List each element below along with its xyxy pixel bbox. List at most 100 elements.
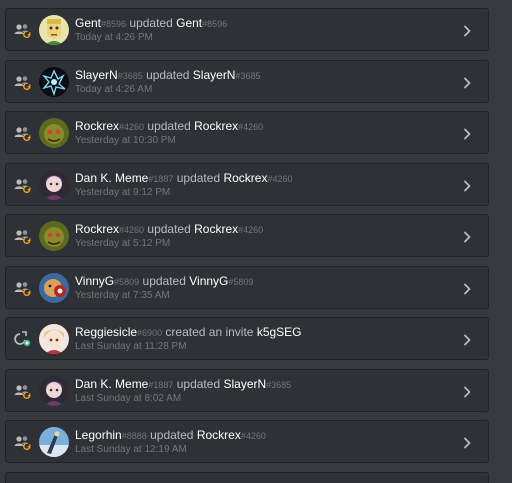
chevron-right-icon[interactable] xyxy=(462,24,472,37)
action-verb: updated xyxy=(176,376,221,391)
actor-name[interactable]: Dan K. Meme xyxy=(75,377,148,391)
reggiesicle-avatar xyxy=(39,324,69,354)
actor-name[interactable]: Dan K. Meme xyxy=(75,171,148,185)
target-name[interactable]: SlayerN xyxy=(193,68,236,82)
dankmeme-avatar xyxy=(39,375,69,406)
member-update-icon xyxy=(14,228,32,244)
audit-log-entry[interactable]: Rockrex#4260 updated Rockrex#4260 Yester… xyxy=(5,111,489,154)
invite-code[interactable]: k5gSEG xyxy=(257,325,302,339)
legorhin-avatar xyxy=(39,427,69,457)
target-name[interactable]: Rockrex xyxy=(194,222,238,236)
entry-summary: Gent#8596 updated Gent#8596 xyxy=(75,16,227,31)
actor-discriminator: #5809 xyxy=(114,276,140,287)
chevron-right-icon[interactable] xyxy=(462,282,472,294)
invite-create-icon xyxy=(14,331,32,347)
vinnyg-avatar xyxy=(39,272,69,303)
entry-timestamp: Yesterday at 7:35 AM xyxy=(75,289,170,301)
actor-discriminator: #8596 xyxy=(101,19,127,29)
target-discriminator: #3685 xyxy=(266,379,292,390)
target-name[interactable]: Rockrex xyxy=(223,171,267,185)
audit-log-entry-partial[interactable] xyxy=(5,471,489,483)
entry-summary: SlayerN#3685 updated SlayerN#3685 xyxy=(75,68,261,83)
action-verb: updated xyxy=(142,273,186,288)
actor-discriminator: #6900 xyxy=(137,328,163,338)
audit-log-entry[interactable]: VinnyG#5809 updated VinnyG#5809 Yesterda… xyxy=(5,265,489,309)
action-verb: updated xyxy=(147,119,191,133)
dankmeme-avatar xyxy=(39,169,69,200)
actor-name[interactable]: Rockrex xyxy=(75,222,119,236)
entry-summary: Legorhin#8888 updated Rockrex#4260 xyxy=(75,428,266,443)
target-discriminator: #3685 xyxy=(235,70,261,81)
audit-log-entry[interactable]: Legorhin#8888 updated Rockrex#4260 Last … xyxy=(5,420,489,463)
audit-log-list: Gent#8596 updated Gent#8596 Today at 4:2… xyxy=(0,0,512,483)
member-update-icon xyxy=(14,125,32,141)
chevron-right-icon[interactable] xyxy=(462,436,472,449)
action-verb: updated xyxy=(129,16,173,30)
entry-timestamp: Last Sunday at 11:28 PM xyxy=(75,341,187,352)
actor-name[interactable]: VinnyG xyxy=(75,274,114,288)
gent-avatar xyxy=(39,15,69,45)
member-update-icon xyxy=(14,280,32,296)
actor-name[interactable]: Rockrex xyxy=(75,119,119,133)
entry-timestamp: Last Sunday at 8:02 AM xyxy=(75,392,182,404)
target-name[interactable]: SlayerN xyxy=(223,377,266,391)
entry-summary: Reggiesicle#6900 created an invite k5gSE… xyxy=(75,325,302,340)
actor-discriminator: #8888 xyxy=(121,431,147,441)
actor-discriminator: #1887 xyxy=(148,173,174,184)
audit-log-entry[interactable]: Dan K. Meme#1887 updated SlayerN#3685 La… xyxy=(5,368,489,412)
target-discriminator: #4260 xyxy=(240,431,266,441)
chevron-right-icon[interactable] xyxy=(462,385,472,397)
chevron-right-icon[interactable] xyxy=(462,76,472,88)
actor-discriminator: #3685 xyxy=(117,70,143,81)
audit-log-entry[interactable]: Reggiesicle#6900 created an invite k5gSE… xyxy=(5,317,489,360)
action-verb: updated xyxy=(176,170,221,185)
action-verb: updated xyxy=(150,428,194,442)
entry-timestamp: Yesterday at 5:12 PM xyxy=(75,238,171,249)
rockrex-avatar xyxy=(39,118,69,148)
target-discriminator: #4260 xyxy=(238,122,264,132)
chevron-right-icon[interactable] xyxy=(462,127,472,140)
member-update-icon xyxy=(14,177,32,193)
entry-timestamp: Last Sunday at 12:19 AM xyxy=(75,444,187,455)
member-update-icon xyxy=(14,434,32,450)
entry-timestamp: Yesterday at 9:12 PM xyxy=(75,186,171,198)
chevron-right-icon[interactable] xyxy=(462,333,472,346)
actor-discriminator: #4260 xyxy=(119,225,145,235)
entry-timestamp: Today at 4:26 PM xyxy=(75,32,153,43)
member-update-icon xyxy=(14,383,32,399)
entry-summary: Rockrex#4260 updated Rockrex#4260 xyxy=(75,119,263,134)
audit-log-entry[interactable]: SlayerN#3685 updated SlayerN#3685 Today … xyxy=(5,59,489,103)
target-name[interactable]: VinnyG xyxy=(189,274,228,288)
entry-summary: VinnyG#5809 updated VinnyG#5809 xyxy=(75,274,253,289)
action-verb: created an invite xyxy=(165,325,254,339)
member-update-icon xyxy=(14,74,32,90)
rockrex-avatar xyxy=(39,221,69,251)
actor-name[interactable]: Gent xyxy=(75,16,101,30)
target-discriminator: #4260 xyxy=(238,225,264,235)
audit-log-entry[interactable]: Gent#8596 updated Gent#8596 Today at 4:2… xyxy=(5,8,489,51)
actor-name[interactable]: Reggiesicle xyxy=(75,325,137,339)
entry-timestamp: Yesterday at 10:30 PM xyxy=(75,135,176,146)
actor-discriminator: #4260 xyxy=(119,122,145,132)
action-verb: updated xyxy=(147,222,191,236)
audit-log-entry[interactable]: Dan K. Meme#1887 updated Rockrex#4260 Ye… xyxy=(5,162,489,206)
entry-timestamp: Today at 4:26 AM xyxy=(75,83,153,95)
member-update-icon xyxy=(14,22,32,38)
entry-summary: Dan K. Meme#1887 updated SlayerN#3685 xyxy=(75,377,291,392)
actor-name[interactable]: Legorhin xyxy=(75,428,122,442)
target-discriminator: #8596 xyxy=(202,19,228,29)
slayern-avatar xyxy=(39,66,69,97)
entry-summary: Dan K. Meme#1887 updated Rockrex#4260 xyxy=(75,171,293,186)
target-name[interactable]: Gent xyxy=(176,16,202,30)
actor-discriminator: #1887 xyxy=(148,379,174,390)
actor-name[interactable]: SlayerN xyxy=(75,68,118,82)
target-discriminator: #5809 xyxy=(228,276,254,287)
scroll-gutter xyxy=(492,0,512,483)
target-name[interactable]: Rockrex xyxy=(197,428,241,442)
audit-log-entry[interactable]: Rockrex#4260 updated Rockrex#4260 Yester… xyxy=(5,214,489,257)
chevron-right-icon[interactable] xyxy=(462,230,472,243)
chevron-right-icon[interactable] xyxy=(462,179,472,191)
target-discriminator: #4260 xyxy=(267,173,293,184)
target-name[interactable]: Rockrex xyxy=(194,119,238,133)
entry-summary: Rockrex#4260 updated Rockrex#4260 xyxy=(75,222,263,237)
